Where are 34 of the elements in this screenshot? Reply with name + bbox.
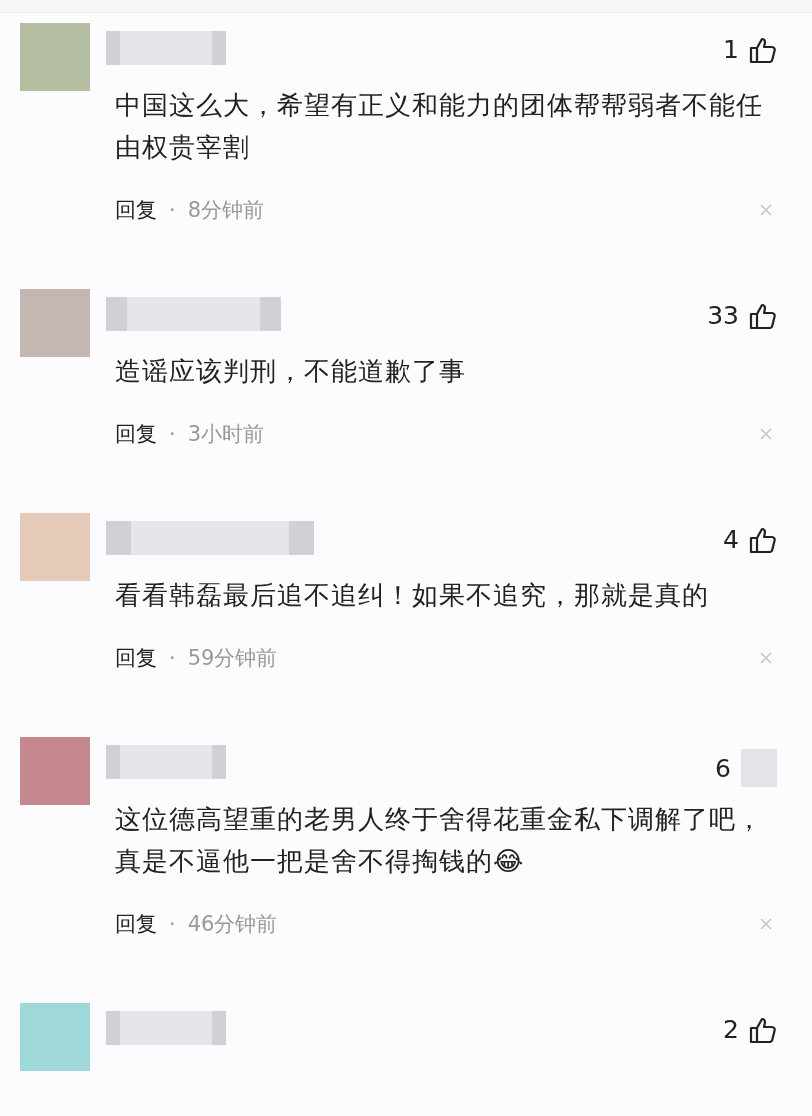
thumbs-up-icon[interactable] bbox=[749, 1015, 777, 1044]
thumbs-up-icon[interactable] bbox=[749, 525, 777, 554]
like-count: 2 bbox=[723, 1015, 739, 1044]
like-count: 6 bbox=[715, 753, 731, 783]
close-icon[interactable] bbox=[759, 917, 773, 931]
reply-link[interactable]: 回复 bbox=[115, 196, 157, 224]
like-count: 4 bbox=[723, 525, 739, 554]
separator-dot: · bbox=[169, 646, 176, 670]
separator-dot: · bbox=[169, 912, 176, 936]
reply-link[interactable]: 回复 bbox=[115, 420, 157, 448]
comment-text: 看看韩磊最后追不追纠！如果不追究，那就是真的 bbox=[115, 579, 710, 612]
comment-time: 59分钟前 bbox=[187, 645, 278, 672]
close-icon[interactable] bbox=[759, 651, 773, 665]
close-icon[interactable] bbox=[759, 203, 773, 217]
comment-time: 8分钟前 bbox=[187, 197, 265, 224]
thumbs-up-icon[interactable] bbox=[749, 35, 777, 64]
thumbs-up-icon[interactable] bbox=[749, 301, 777, 330]
like-count: 33 bbox=[707, 301, 739, 330]
avatar[interactable] bbox=[20, 513, 90, 581]
avatar[interactable] bbox=[20, 737, 90, 805]
separator-dot: · bbox=[169, 198, 176, 222]
separator-dot: · bbox=[169, 422, 176, 446]
reply-link[interactable]: 回复 bbox=[115, 910, 157, 938]
avatar[interactable] bbox=[20, 1003, 90, 1071]
like-count: 1 bbox=[723, 35, 739, 64]
comment-text: 这位德高望重的老男人终于舍得花重金私下调解了吧，真是不逼他一把是舍不得掏钱的😂 bbox=[115, 803, 764, 878]
avatar[interactable] bbox=[20, 289, 90, 357]
comment-text: 中国这么大，希望有正义和能力的团体帮帮弱者不能任由权贵宰割 bbox=[115, 89, 764, 164]
avatar[interactable] bbox=[20, 23, 90, 91]
comment-text: 造谣应该判刑，不能道歉了事 bbox=[115, 355, 467, 388]
comment-time: 46分钟前 bbox=[187, 911, 278, 938]
close-icon[interactable] bbox=[759, 427, 773, 441]
comment-time: 3小时前 bbox=[187, 421, 265, 448]
reply-link[interactable]: 回复 bbox=[115, 644, 157, 672]
